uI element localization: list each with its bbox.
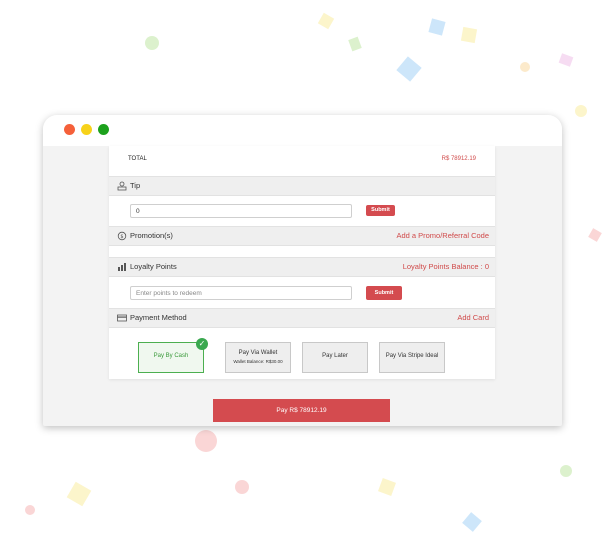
tip-title: Tip <box>130 181 141 190</box>
bar-chart-icon <box>118 263 126 271</box>
loyalty-balance: Loyalty Points Balance : 0 <box>402 262 489 271</box>
confetti-decoration <box>317 12 335 30</box>
dollar-circle-icon: $ <box>117 231 127 241</box>
pay-via-stripe-ideal-option[interactable]: Pay Via Stripe Ideal <box>379 342 445 373</box>
total-row: TOTAL R$ 78912.19 <box>109 146 495 176</box>
confetti-decoration <box>560 465 572 477</box>
promotion-section-header: $ Promotion(s) Add a Promo/Referral Code <box>109 226 495 246</box>
minimize-window-button[interactable] <box>81 124 92 135</box>
app-window: TOTAL R$ 78912.19 Tip Submit $ Promotion… <box>43 115 562 426</box>
loyalty-points-input[interactable] <box>130 286 352 300</box>
loyalty-section-header: Loyalty Points Loyalty Points Balance : … <box>109 257 495 277</box>
confetti-decoration <box>348 36 362 52</box>
confetti-decoration <box>460 26 478 44</box>
confetti-decoration <box>235 480 249 494</box>
add-card-link[interactable]: Add Card <box>457 313 489 322</box>
total-value: R$ 78912.19 <box>441 156 476 162</box>
confetti-decoration <box>396 56 422 82</box>
total-label: TOTAL <box>128 156 147 162</box>
confetti-decoration <box>462 512 482 532</box>
card-icon <box>117 314 127 322</box>
wallet-balance-label: Wallet Balance: R$30.00 <box>233 359 283 364</box>
promotion-title: Promotion(s) <box>130 231 173 240</box>
confetti-decoration <box>66 481 92 507</box>
confetti-decoration <box>575 105 587 117</box>
add-promo-code-link[interactable]: Add a Promo/Referral Code <box>396 231 489 240</box>
tip-submit-button[interactable]: Submit <box>366 205 395 216</box>
confetti-decoration <box>378 478 396 496</box>
pay-option-label: Pay Later <box>322 353 348 359</box>
tip-icon <box>117 181 127 191</box>
tip-section-header: Tip <box>109 176 495 196</box>
pay-option-label: Pay Via Stripe Ideal <box>385 353 439 359</box>
pay-button[interactable]: Pay R$ 78912.19 <box>213 399 390 422</box>
pay-via-wallet-option[interactable]: Pay Via Wallet Wallet Balance: R$30.00 <box>225 342 291 373</box>
payment-section-header: Payment Method Add Card <box>109 308 495 328</box>
close-window-button[interactable] <box>64 124 75 135</box>
pay-by-cash-option[interactable]: Pay By Cash ✓ <box>138 338 208 373</box>
title-bar <box>43 115 562 146</box>
pay-option-label: Pay Via Wallet <box>238 350 278 356</box>
loyalty-title: Loyalty Points <box>130 262 177 271</box>
confetti-decoration <box>428 18 446 36</box>
confetti-decoration <box>145 36 159 50</box>
confetti-decoration <box>520 62 530 72</box>
confetti-decoration <box>558 53 574 67</box>
confetti-decoration <box>25 505 35 515</box>
pay-option-label: Pay By Cash <box>153 353 189 359</box>
maximize-window-button[interactable] <box>98 124 109 135</box>
tip-input[interactable] <box>130 204 352 218</box>
payment-title: Payment Method <box>130 313 187 322</box>
checkout-panel: TOTAL R$ 78912.19 Tip Submit $ Promotion… <box>109 146 495 379</box>
confetti-decoration <box>195 430 217 452</box>
confetti-decoration <box>588 228 602 242</box>
loyalty-submit-button[interactable]: Submit <box>366 286 402 300</box>
svg-text:$: $ <box>120 234 123 240</box>
pay-later-option[interactable]: Pay Later <box>302 342 368 373</box>
check-icon: ✓ <box>196 338 208 350</box>
